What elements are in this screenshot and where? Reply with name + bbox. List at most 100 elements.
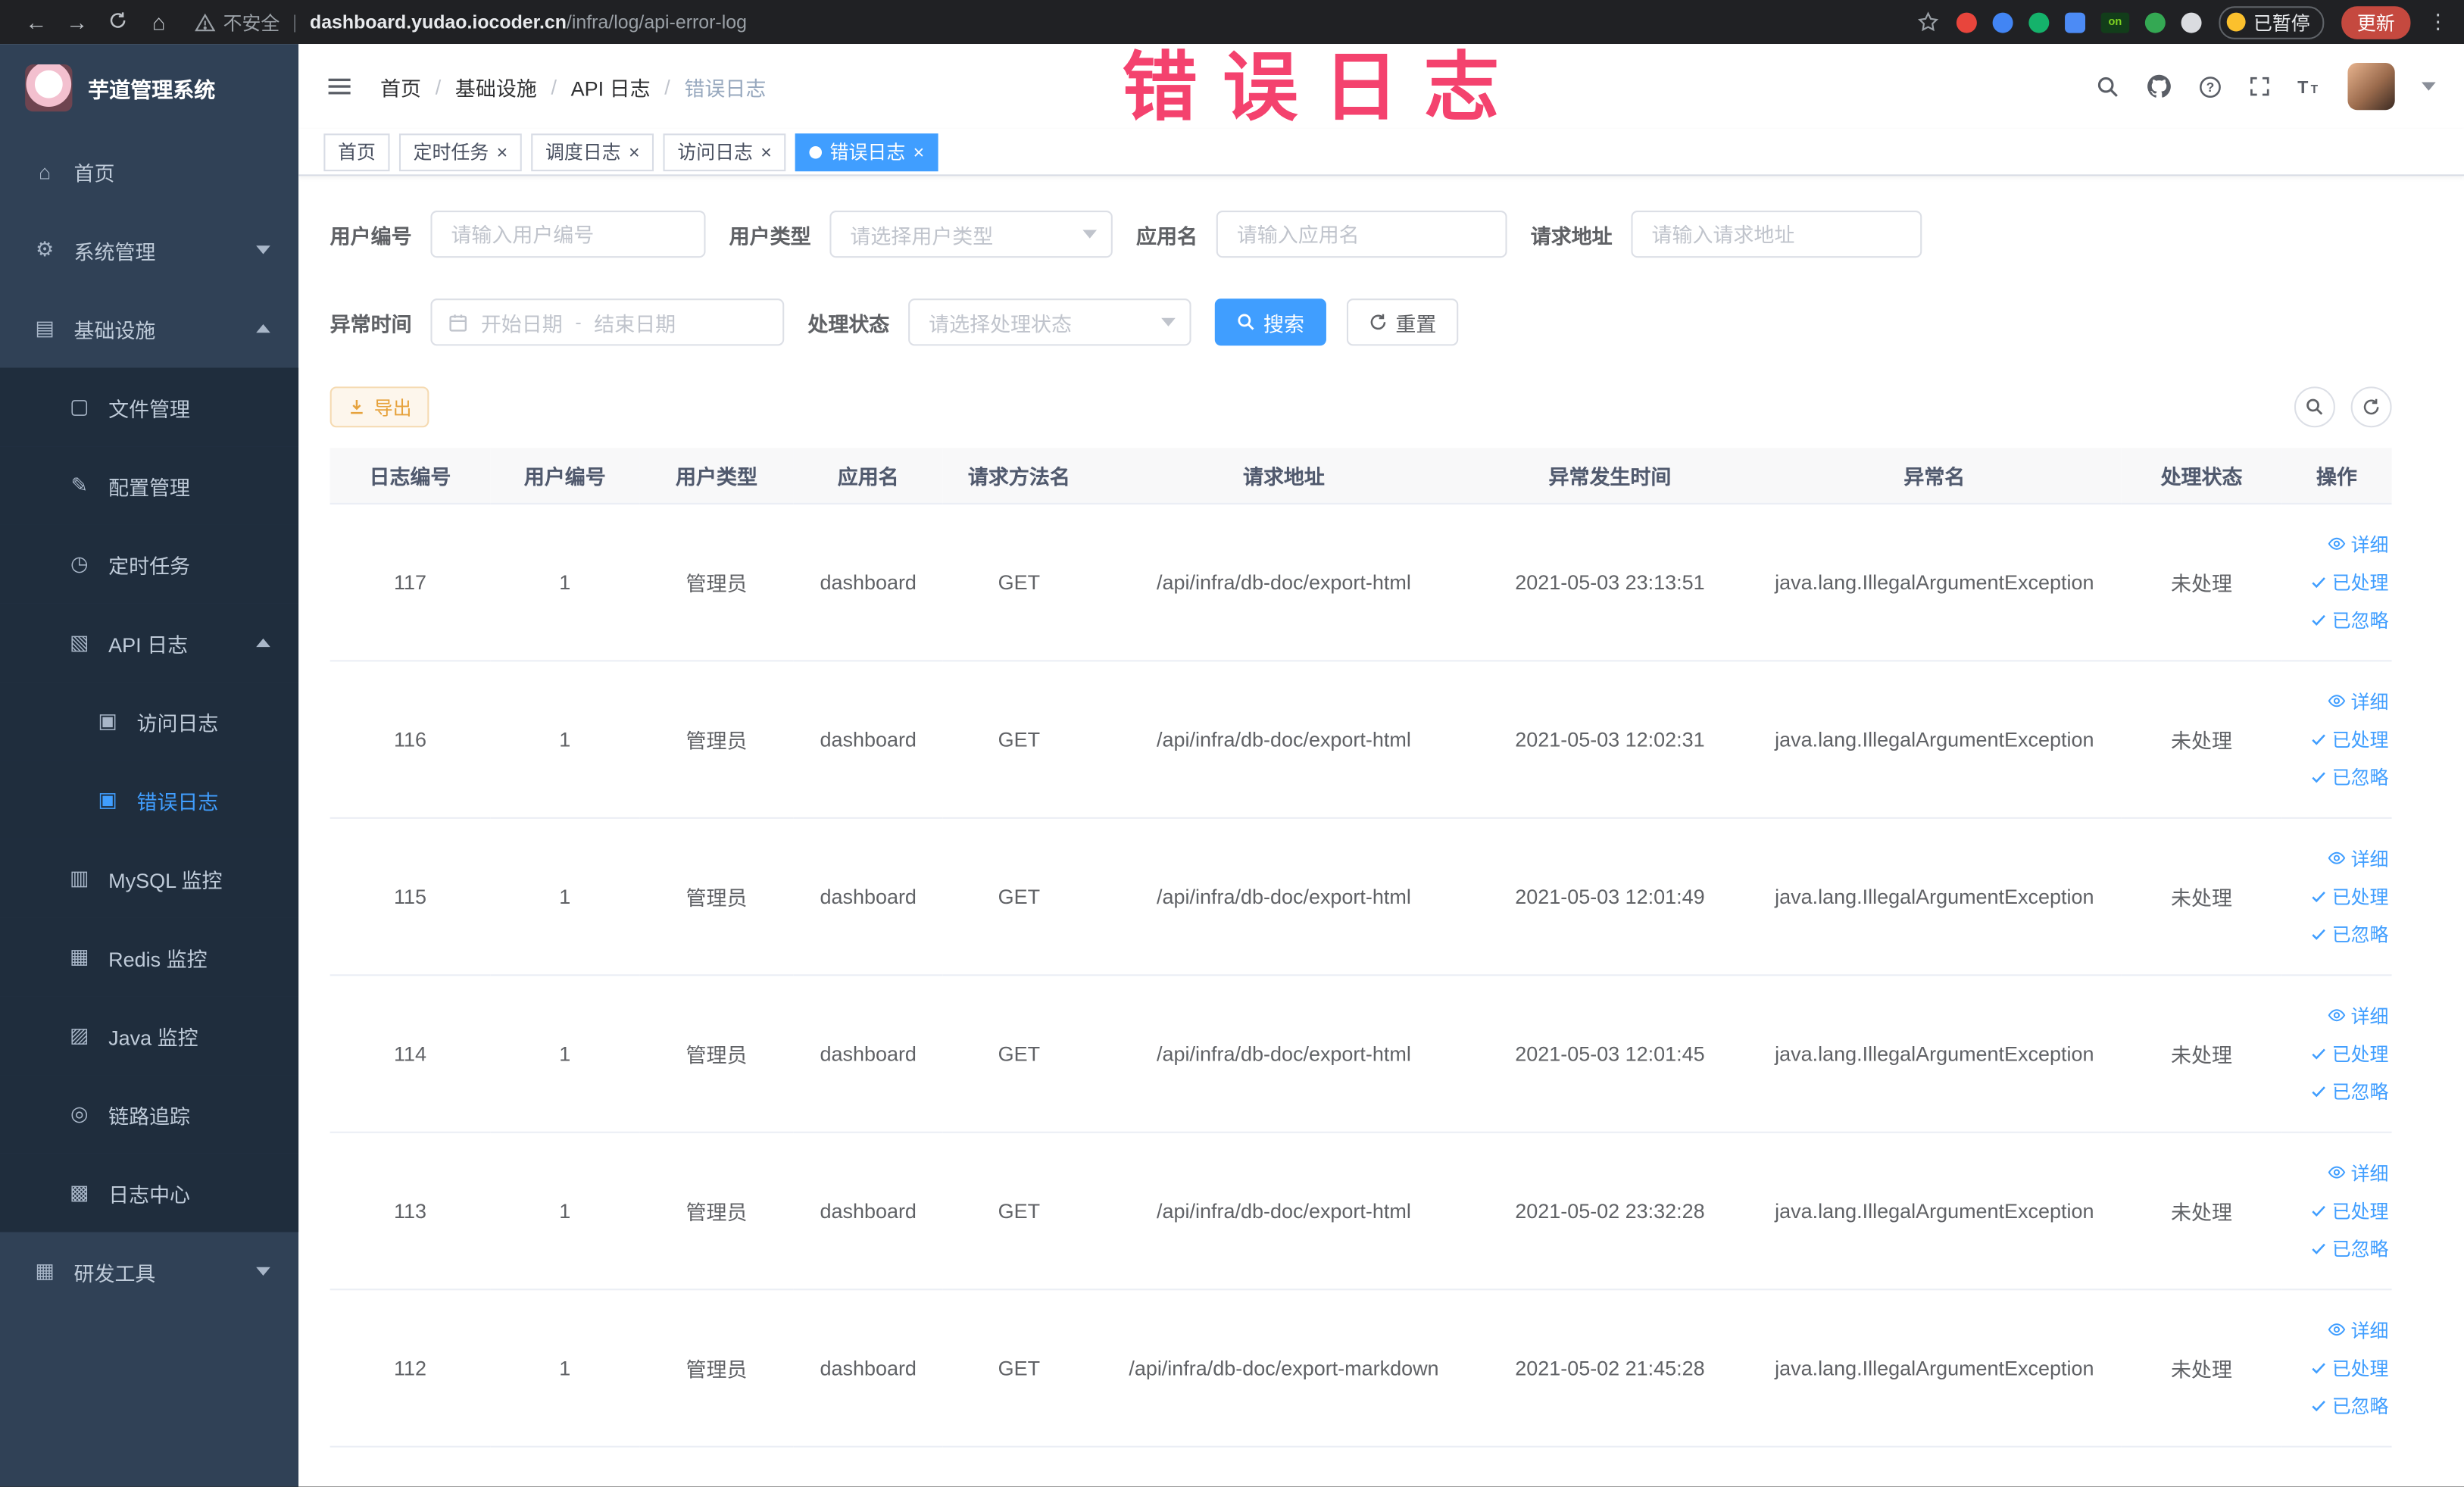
table-cell: 1 [490, 974, 640, 1132]
tab-error-log[interactable]: 错误日志 × [795, 133, 938, 171]
sidebar-item-java-monitor[interactable]: ▨ Java 监控 [0, 996, 299, 1076]
sidebar-item-file-management[interactable]: ▢ 文件管理 [0, 367, 299, 447]
sidebar-item-system-management[interactable]: ⚙ 系统管理 [0, 211, 298, 289]
ignored-link[interactable]: 已忽略 [2310, 606, 2388, 633]
reload-button[interactable] [98, 9, 139, 34]
table-cell: GET [942, 974, 1096, 1132]
close-icon[interactable]: × [913, 142, 925, 161]
ignored-link[interactable]: 已忽略 [2310, 1077, 2388, 1104]
font-size-icon[interactable]: TT [2297, 75, 2321, 98]
processed-link[interactable]: 已处理 [2310, 1197, 2388, 1223]
sidebar-item-error-log[interactable]: ▣ 错误日志 [0, 761, 299, 839]
process-status-select[interactable]: 请选择处理状态 [908, 298, 1191, 346]
sidebar-item-mysql-monitor[interactable]: ▥ MySQL 监控 [0, 839, 299, 918]
sidebar-item-config-management[interactable]: ✎ 配置管理 [0, 446, 299, 525]
reset-button[interactable]: 重置 [1347, 298, 1459, 346]
close-icon[interactable]: × [760, 142, 772, 161]
sidebar-item-infrastructure[interactable]: ▤ 基础设施 [0, 289, 298, 368]
breadcrumb-item[interactable]: API 日志 [571, 71, 651, 101]
search-button[interactable]: 搜索 [1214, 298, 1327, 346]
table-cell: 未处理 [2121, 1131, 2282, 1290]
detail-link[interactable]: 详细 [2327, 1316, 2388, 1342]
table-cell: 管理员 [639, 502, 794, 661]
browser-menu-icon[interactable]: ⋮ [2428, 9, 2448, 34]
close-icon[interactable]: × [629, 142, 640, 161]
paused-extension-badge[interactable]: 已暂停 [2219, 5, 2325, 39]
user-type-select[interactable]: 请选择用户类型 [829, 210, 1113, 258]
detail-link[interactable]: 详细 [2327, 1159, 2388, 1186]
app-logo[interactable]: 芋道管理系统 [0, 44, 298, 132]
ignored-link[interactable]: 已忽略 [2310, 1235, 2388, 1261]
help-icon[interactable]: ? [2198, 75, 2222, 98]
update-button[interactable]: 更新 [2341, 5, 2411, 39]
ignored-link[interactable]: 已忽略 [2310, 763, 2388, 789]
detail-link[interactable]: 详细 [2327, 1002, 2388, 1029]
address-bar[interactable]: dashboard.yudao.iocoder.cn/infra/log/api… [310, 11, 747, 33]
extension-red-circle-icon[interactable] [1956, 11, 1977, 33]
infrastructure-icon: ▤ [35, 315, 55, 340]
extension-blue-grid-icon[interactable] [2064, 11, 2085, 33]
tab-job-log[interactable]: 调度日志 × [531, 133, 654, 171]
tab-access-log[interactable]: 访问日志 × [663, 133, 786, 171]
processed-link[interactable]: 已处理 [2310, 1039, 2388, 1066]
processed-link[interactable]: 已处理 [2310, 568, 2388, 595]
home-button[interactable]: ⌂ [139, 9, 180, 34]
toggle-search-button[interactable] [2294, 386, 2335, 428]
exception-time-range-picker[interactable]: 开始日期 - 结束日期 [430, 298, 785, 346]
sidebar-item-link-tracing[interactable]: ◎ 链路追踪 [0, 1075, 299, 1154]
sidebar-item-home[interactable]: ⌂ 首页 [0, 132, 298, 211]
table-cell: dashboard [793, 1289, 943, 1447]
security-label[interactable]: 不安全 [223, 8, 280, 35]
sidebar-item-scheduled-tasks[interactable]: ◷ 定时任务 [0, 524, 299, 604]
svg-text:T: T [2311, 83, 2319, 95]
gear-icon: ⚙ [36, 237, 55, 261]
chevron-down-icon[interactable] [2421, 82, 2436, 91]
tools-icon: ▦ [35, 1258, 55, 1282]
request-url-input[interactable] [1631, 210, 1922, 258]
hamburger-icon[interactable] [327, 74, 352, 99]
sidebar-item-api-log[interactable]: ▧ API 日志 [0, 603, 299, 683]
breadcrumb-item[interactable]: 首页 [380, 71, 421, 101]
processed-link[interactable]: 已处理 [2310, 725, 2388, 751]
extension-blue-drop-icon[interactable] [1992, 11, 2013, 33]
table-cell: 未处理 [2121, 502, 2282, 661]
bookmark-star-icon[interactable] [1917, 11, 1939, 33]
ignored-link[interactable]: 已忽略 [2310, 920, 2388, 947]
sidebar-item-dev-tools[interactable]: ▦ 研发工具 [0, 1232, 298, 1311]
tab-home[interactable]: 首页 [323, 133, 390, 171]
search-icon[interactable] [2097, 75, 2120, 98]
sidebar-item-label: 访问日志 [136, 711, 219, 735]
table-row: 112 1 管理员 dashboard GET/api/infra/db-doc/exp… [329, 1289, 2392, 1447]
table-cell: java.lang.IllegalArgumentException [1747, 660, 2122, 818]
fullscreen-icon[interactable] [2249, 76, 2271, 98]
user-avatar[interactable] [2347, 62, 2395, 111]
refresh-table-button[interactable] [2350, 386, 2392, 428]
app-name-input[interactable] [1216, 210, 1507, 258]
breadcrumb-item[interactable]: 基础设施 [455, 71, 537, 101]
forward-button[interactable]: → [57, 9, 98, 34]
back-button[interactable]: ← [16, 9, 57, 34]
sidebar-item-access-log[interactable]: ▣ 访问日志 [0, 682, 299, 761]
detail-link[interactable]: 详细 [2327, 688, 2388, 714]
extension-green-circle-icon[interactable] [2028, 11, 2050, 33]
extension-green-leaf-icon[interactable] [2144, 11, 2166, 33]
github-icon[interactable] [2147, 74, 2172, 99]
sidebar-item-redis-monitor[interactable]: ▦ Redis 监控 [0, 917, 299, 997]
app-title: 芋道管理系统 [88, 78, 216, 102]
close-icon[interactable]: × [497, 142, 508, 161]
processed-link[interactable]: 已处理 [2310, 883, 2388, 909]
detail-link[interactable]: 详细 [2327, 530, 2388, 557]
chevron-down-icon [1082, 230, 1098, 239]
breadcrumb-separator: / [551, 74, 557, 98]
tab-scheduled-tasks[interactable]: 定时任务 × [398, 133, 522, 171]
detail-link[interactable]: 详细 [2327, 845, 2388, 871]
extension-on-badge-icon[interactable]: on [2100, 11, 2130, 33]
ignored-link[interactable]: 已忽略 [2310, 1392, 2388, 1418]
processed-link[interactable]: 已处理 [2310, 1354, 2388, 1380]
eye-icon [2327, 1163, 2346, 1182]
eye-icon [2327, 1006, 2346, 1025]
user-id-input[interactable] [430, 210, 706, 258]
export-button[interactable]: 导出 [329, 386, 429, 428]
sidebar-item-log-center[interactable]: ▩ 日志中心 [0, 1153, 299, 1232]
extension-paw-icon[interactable] [2181, 11, 2202, 33]
